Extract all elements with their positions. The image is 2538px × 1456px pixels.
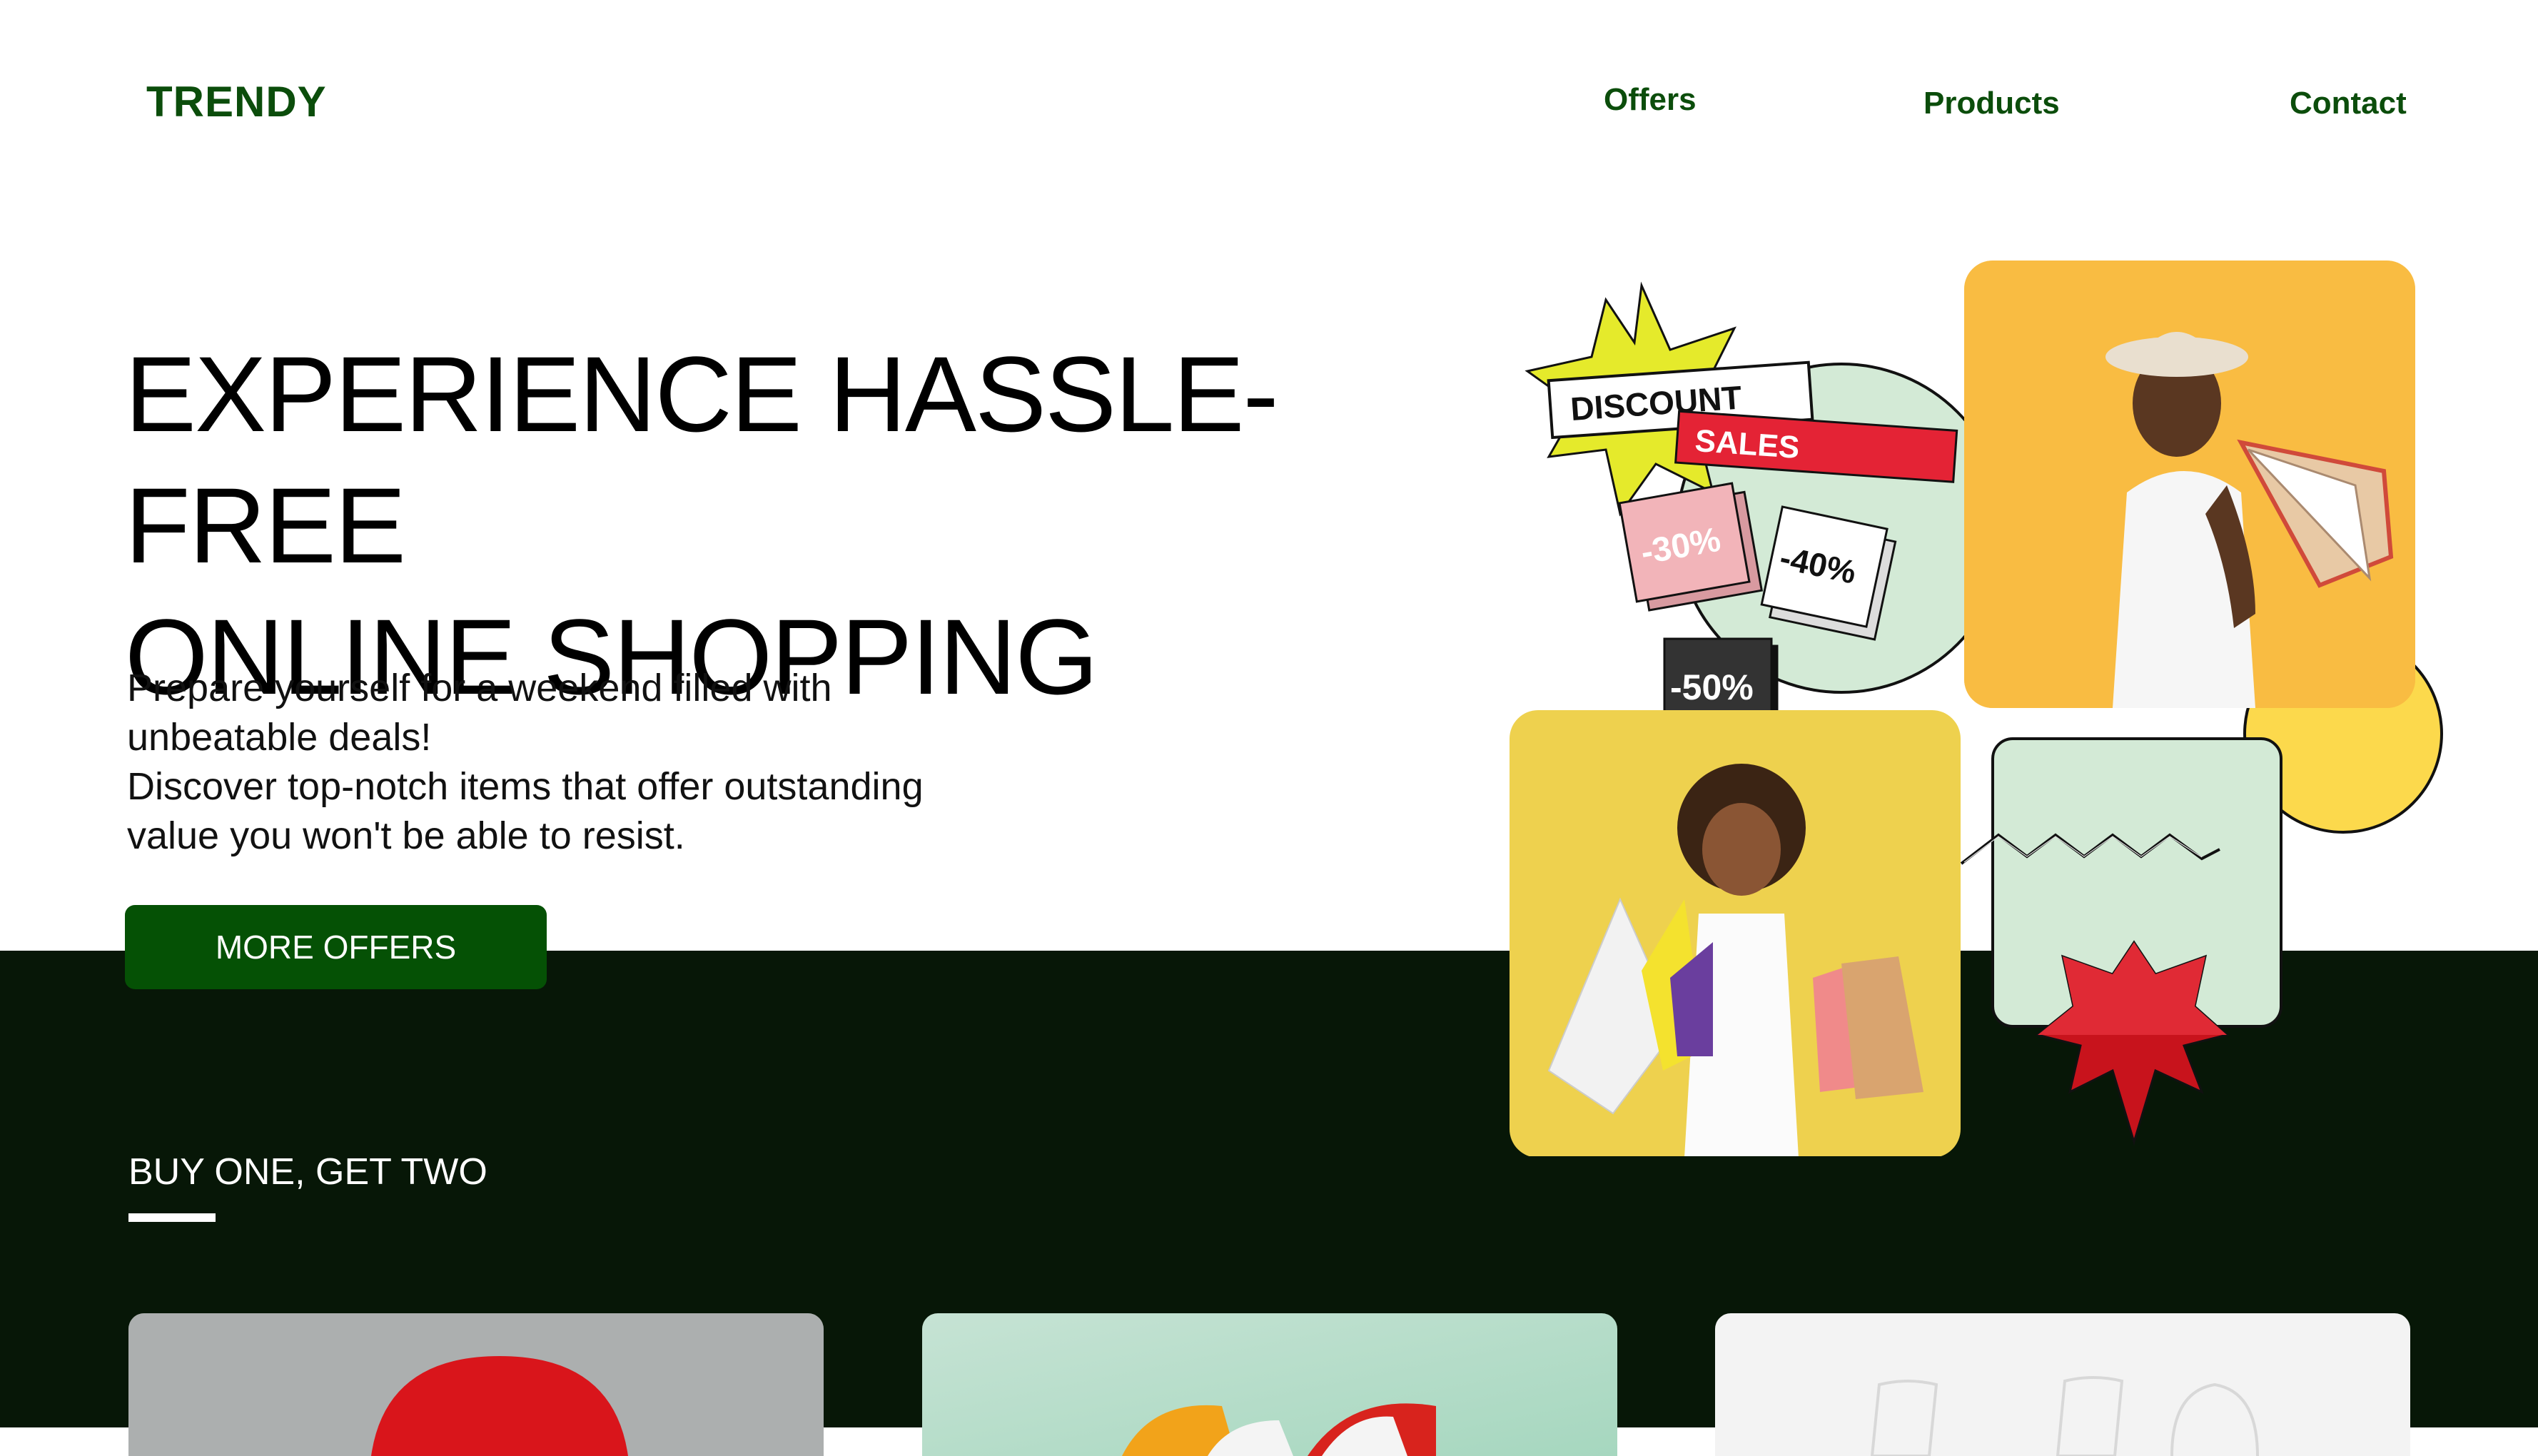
brand-logo[interactable]: TRENDY [146, 77, 327, 126]
hero-description-line-4: value you won't be able to resist. [127, 814, 685, 857]
product-card-2[interactable] [922, 1313, 1617, 1456]
hero-description-line-1: Prepare yourself for a weekend filled wi… [127, 667, 832, 709]
tag-40-box: -40% [1760, 505, 1897, 641]
more-offers-button[interactable]: MORE OFFERS [125, 905, 547, 989]
hero-description-line-2: unbeatable deals! [127, 716, 432, 759]
product-card-3-image [1715, 1313, 2410, 1456]
nav-contact[interactable]: Contact [2290, 86, 2407, 121]
tag-50-label: -50% [1670, 667, 1754, 707]
product-card-1-image [128, 1313, 824, 1456]
section-title: BUY ONE, GET TWO [128, 1151, 487, 1193]
tag-30-box: -30% [1618, 482, 1764, 612]
product-card-1[interactable] [128, 1313, 824, 1456]
hero-collage: DISCOUNT SALES -30% -40% -50% [1510, 261, 2443, 1156]
hero-title-line-1: EXPERIENCE HASSLE-FREE [125, 334, 1279, 585]
sales-label: SALES [1694, 423, 1801, 465]
hero-description: Prepare yourself for a weekend filled wi… [127, 664, 1019, 861]
section-title-underline [128, 1213, 216, 1222]
nav-offers[interactable]: Offers [1604, 82, 1697, 118]
nav-products[interactable]: Products [1923, 86, 2060, 121]
woman-shopping-photo [1510, 710, 1961, 1156]
man-shopping-photo [1964, 261, 2415, 708]
product-card-3[interactable] [1715, 1313, 2410, 1456]
product-card-2-image [922, 1313, 1617, 1456]
hero-description-line-3: Discover top-notch items that offer outs… [127, 765, 924, 808]
